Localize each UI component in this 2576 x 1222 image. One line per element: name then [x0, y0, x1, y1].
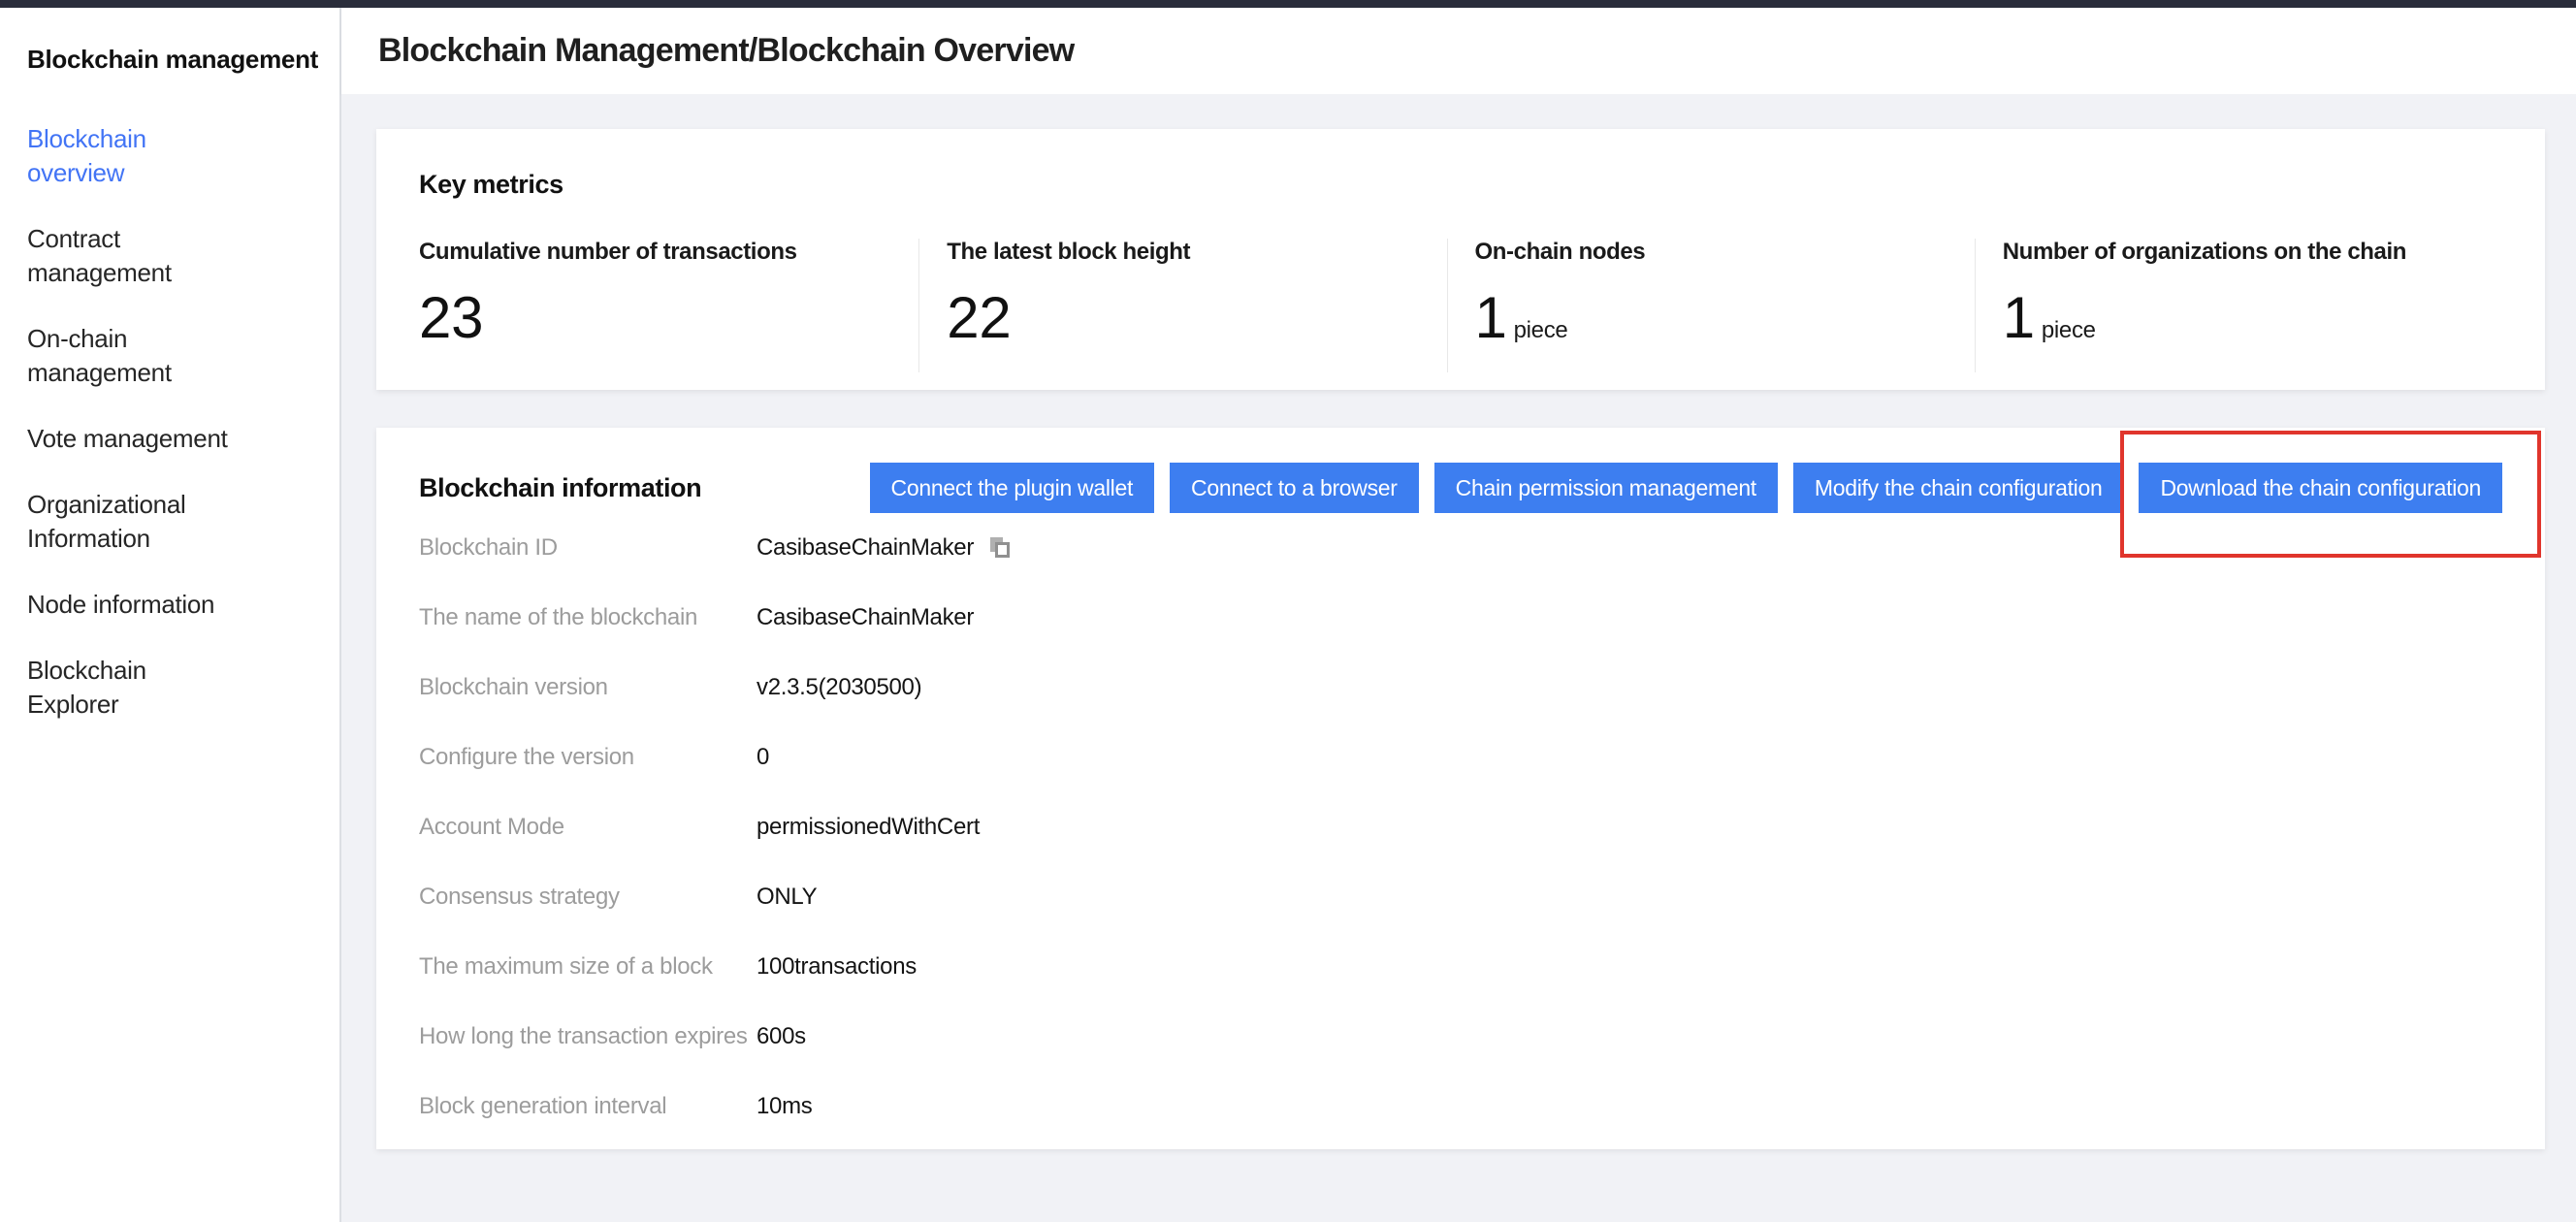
sidebar-item-blockchain-explorer[interactable]: Blockchain Explorer [27, 654, 316, 722]
field-label: Blockchain version [419, 674, 757, 701]
modify-chain-configuration-button[interactable]: Modify the chain configuration [1793, 463, 2124, 513]
breadcrumb: Blockchain Management/Blockchain Overvie… [378, 32, 1074, 70]
chain-permission-management-button[interactable]: Chain permission management [1434, 463, 1778, 513]
copy-icon[interactable] [987, 535, 1014, 562]
key-metrics-heading: Key metrics [419, 170, 2502, 200]
field-row-blockchain-name: The name of the blockchain CasibaseChain… [419, 583, 2502, 653]
download-chain-configuration-button[interactable]: Download the chain configuration [2139, 463, 2502, 513]
metric-organizations-on-chain: Number of organizations on the chain 1 p… [1975, 239, 2502, 372]
sidebar-item-node-information[interactable]: Node information [27, 588, 316, 622]
field-row-block-generation-interval: Block generation interval 10ms [419, 1072, 2502, 1142]
field-row-transaction-expiry: How long the transaction expires 600s [419, 1002, 2502, 1072]
field-value: 100transactions [757, 953, 917, 981]
app-shell: Blockchain management Blockchain overvie… [0, 8, 2576, 1222]
field-row-account-mode: Account Mode permissionedWithCert [419, 792, 2502, 862]
field-value: ONLY [757, 884, 817, 911]
action-buttons: Connect the plugin wallet Connect to a b… [870, 463, 2502, 513]
connect-to-browser-button[interactable]: Connect to a browser [1170, 463, 1419, 513]
metric-cumulative-transactions: Cumulative number of transactions 23 [419, 239, 918, 372]
metric-label: Cumulative number of transactions [419, 239, 918, 266]
metric-on-chain-nodes: On-chain nodes 1 piece [1447, 239, 1975, 372]
field-label: Configure the version [419, 744, 757, 771]
metric-label: Number of organizations on the chain [2003, 239, 2502, 266]
field-label: Account Mode [419, 814, 757, 841]
sidebar-title: Blockchain management [27, 45, 316, 75]
blockchain-information-card: Blockchain information Connect the plugi… [376, 428, 2545, 1149]
metric-unit: piece [1514, 317, 1568, 344]
field-row-blockchain-id: Blockchain ID CasibaseChainMaker [419, 513, 2502, 583]
metrics-row: Cumulative number of transactions 23 The… [419, 239, 2502, 372]
metric-value: 23 [419, 287, 483, 349]
sidebar-nav: Blockchain overview Contract management … [27, 122, 316, 722]
sidebar-item-contract-management[interactable]: Contract management [27, 222, 316, 290]
field-label: Consensus strategy [419, 884, 757, 911]
field-value: CasibaseChainMaker [757, 604, 974, 631]
sidebar: Blockchain management Blockchain overvie… [0, 8, 341, 1222]
field-value: 600s [757, 1023, 806, 1050]
sidebar-item-vote-management[interactable]: Vote management [27, 422, 316, 456]
metric-latest-block-height: The latest block height 22 [918, 239, 1446, 372]
metric-unit: piece [2042, 317, 2096, 344]
metric-label: On-chain nodes [1475, 239, 1975, 266]
sidebar-item-organizational-information[interactable]: Organizational Information [27, 488, 316, 556]
field-value: v2.3.5(2030500) [757, 674, 921, 701]
blockchain-info-heading: Blockchain information [419, 473, 749, 503]
metric-value: 1 [1475, 287, 1507, 349]
field-row-max-block-size: The maximum size of a block 100transacti… [419, 932, 2502, 1002]
content-area: Key metrics Cumulative number of transac… [341, 94, 2576, 1222]
field-label: The name of the blockchain [419, 604, 757, 631]
blockchain-info-fields: Blockchain ID CasibaseChainMaker [419, 513, 2502, 1142]
field-label: The maximum size of a block [419, 953, 757, 981]
field-row-blockchain-version: Blockchain version v2.3.5(2030500) [419, 653, 2502, 723]
sidebar-item-on-chain-management[interactable]: On-chain management [27, 322, 316, 390]
metric-value: 1 [2003, 287, 2035, 349]
sidebar-item-blockchain-overview[interactable]: Blockchain overview [27, 122, 316, 190]
field-label: How long the transaction expires [419, 1023, 757, 1050]
field-label: Block generation interval [419, 1093, 757, 1120]
connect-plugin-wallet-button[interactable]: Connect the plugin wallet [870, 463, 1155, 513]
blockchain-info-header: Blockchain information Connect the plugi… [419, 463, 2502, 513]
top-bar [0, 0, 2576, 8]
field-label: Blockchain ID [419, 534, 757, 562]
field-value: permissionedWithCert [757, 814, 980, 841]
field-row-consensus-strategy: Consensus strategy ONLY [419, 862, 2502, 932]
page-header: Blockchain Management/Blockchain Overvie… [341, 8, 2576, 94]
main-area: Blockchain Management/Blockchain Overvie… [341, 8, 2576, 1222]
field-value: CasibaseChainMaker [757, 534, 974, 562]
field-value: 0 [757, 744, 769, 771]
key-metrics-card: Key metrics Cumulative number of transac… [376, 129, 2545, 390]
field-value: 10ms [757, 1093, 813, 1120]
field-row-configure-version: Configure the version 0 [419, 723, 2502, 792]
metric-label: The latest block height [947, 239, 1446, 266]
metric-value: 22 [947, 287, 1011, 349]
